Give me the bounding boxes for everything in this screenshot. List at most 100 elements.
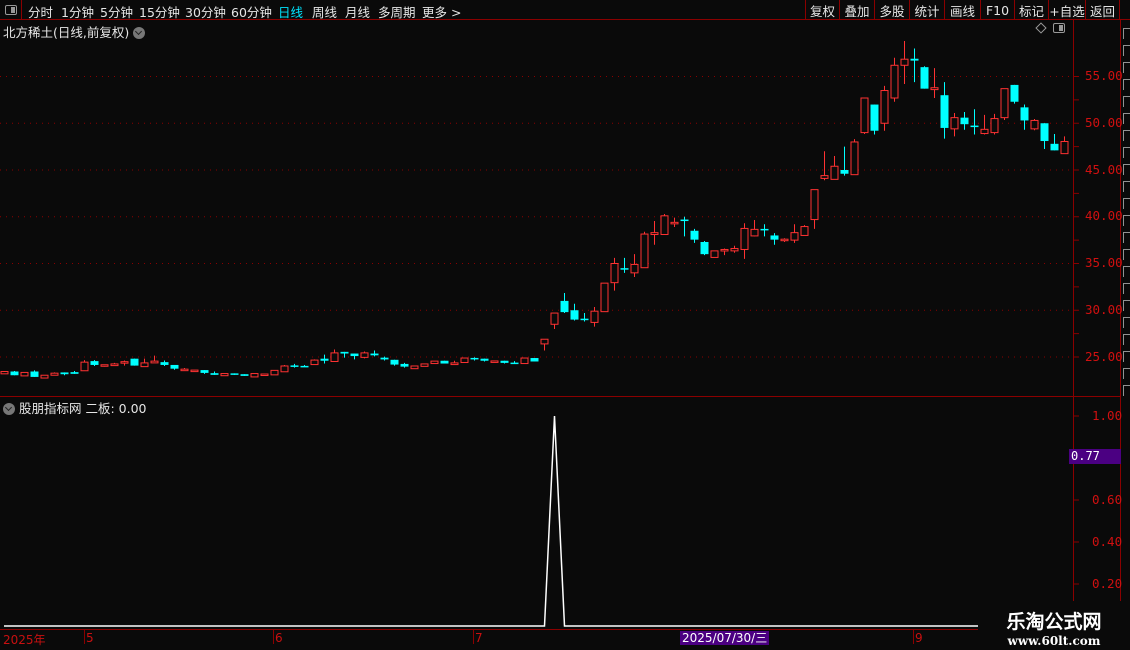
- candle-up: [250, 373, 259, 378]
- candle-up: [890, 64, 899, 99]
- candlestick-chart[interactable]: [0, 0, 1130, 650]
- candle-down: [770, 235, 779, 240]
- candle-down: [1020, 107, 1029, 121]
- candle-up: [710, 250, 719, 258]
- candle-down: [390, 359, 399, 365]
- candle-up: [640, 233, 649, 269]
- indicator-line-erban: [4, 415, 1073, 627]
- candle-up: [0, 370, 9, 375]
- crosshair-date-label: 2025/07/30/三: [680, 631, 770, 645]
- date-tick: [273, 630, 274, 644]
- candle-down: [30, 371, 39, 377]
- date-tick: [84, 630, 85, 644]
- candle-down: [870, 104, 879, 131]
- candle-up: [630, 263, 639, 274]
- side-panel-glyph: [1123, 181, 1130, 192]
- candle-down: [570, 310, 579, 320]
- candle-down: [960, 117, 969, 125]
- date-label-july: 7: [475, 631, 483, 645]
- candle-down: [500, 360, 509, 363]
- candle-up: [180, 368, 189, 372]
- candle-up: [360, 352, 369, 358]
- candle-up: [490, 360, 499, 363]
- candle-down: [690, 230, 699, 240]
- side-panel-glyph: [1123, 283, 1130, 294]
- price-tick: 45.00: [1085, 162, 1123, 177]
- candle-up: [270, 369, 279, 376]
- watermark-url: www.60lt.com: [1007, 634, 1101, 648]
- candle-down: [240, 374, 249, 376]
- candle-up: [220, 373, 229, 377]
- chevron-down-icon[interactable]: [3, 403, 15, 415]
- crosshair-value-label: 0.77: [1069, 449, 1121, 464]
- candle-up: [540, 338, 549, 345]
- candle-down: [210, 373, 219, 375]
- side-panel-glyph: [1123, 28, 1130, 39]
- candle-down: [160, 362, 169, 365]
- candle-up: [50, 372, 59, 376]
- side-panel-glyph: [1123, 266, 1130, 277]
- candle-down: [200, 370, 209, 373]
- candle-up: [1060, 140, 1069, 155]
- candle-down: [510, 362, 519, 365]
- candle-down: [700, 241, 709, 255]
- candle-up: [460, 357, 469, 364]
- candle-up: [80, 361, 89, 372]
- indicator-tick: 0.40: [1092, 534, 1123, 549]
- side-panel-glyph: [1123, 96, 1130, 107]
- candle-up: [650, 232, 659, 236]
- side-panel-glyph: [1123, 45, 1130, 56]
- candle-up: [450, 362, 459, 366]
- price-tick: 55.00: [1085, 68, 1123, 83]
- candle-up: [900, 58, 909, 66]
- candle-down: [560, 300, 569, 313]
- side-panel-glyph: [1123, 249, 1130, 260]
- candle-down: [840, 170, 849, 174]
- candle-up: [120, 361, 129, 364]
- date-tick: [913, 630, 914, 644]
- candle-up: [330, 352, 339, 362]
- candle-down: [290, 365, 299, 367]
- side-panel-glyph: [1123, 62, 1130, 73]
- candle-up: [260, 373, 269, 377]
- indicator-tick: 0.60: [1092, 492, 1123, 507]
- candle-down: [320, 358, 329, 361]
- candle-down: [1050, 143, 1059, 151]
- indicator-tick: 0.20: [1092, 576, 1123, 591]
- candle-up: [670, 221, 679, 225]
- price-tick: 40.00: [1085, 208, 1123, 223]
- candle-up: [850, 141, 859, 176]
- candle-up: [950, 117, 959, 130]
- side-panel-glyph: [1123, 232, 1130, 243]
- candle-up: [660, 215, 669, 236]
- side-panel-glyph: [1123, 130, 1130, 141]
- side-panel-glyph: [1123, 300, 1130, 311]
- candle-down: [440, 360, 449, 364]
- candle-down: [970, 125, 979, 128]
- candle-up: [310, 359, 319, 366]
- candle-down: [620, 268, 629, 270]
- time-axis-border: [0, 629, 1120, 630]
- watermark-logo: 乐淘公式网 www.60lt.com: [978, 601, 1130, 650]
- side-panel-glyph: [1123, 334, 1130, 345]
- candle-up: [600, 282, 609, 313]
- candle-down: [340, 351, 349, 354]
- side-panel-glyph: [1123, 215, 1130, 226]
- date-label-sept: 9: [915, 631, 923, 645]
- candle-up: [100, 364, 109, 367]
- side-panel-glyph: [1123, 79, 1130, 90]
- candle-up: [930, 87, 939, 91]
- candle-down: [530, 358, 539, 362]
- candle-down: [920, 67, 929, 89]
- candle-up: [410, 365, 419, 370]
- candle-down: [370, 353, 379, 356]
- candle-up: [1030, 119, 1039, 130]
- candle-up: [190, 369, 199, 373]
- panel-divider[interactable]: [0, 396, 1120, 397]
- candle-up: [820, 175, 829, 179]
- candle-up: [800, 226, 809, 236]
- side-panel-glyph: [1123, 198, 1130, 209]
- candle-down: [480, 358, 489, 361]
- side-panel-glyph: [1123, 317, 1130, 328]
- candle-up: [150, 360, 159, 364]
